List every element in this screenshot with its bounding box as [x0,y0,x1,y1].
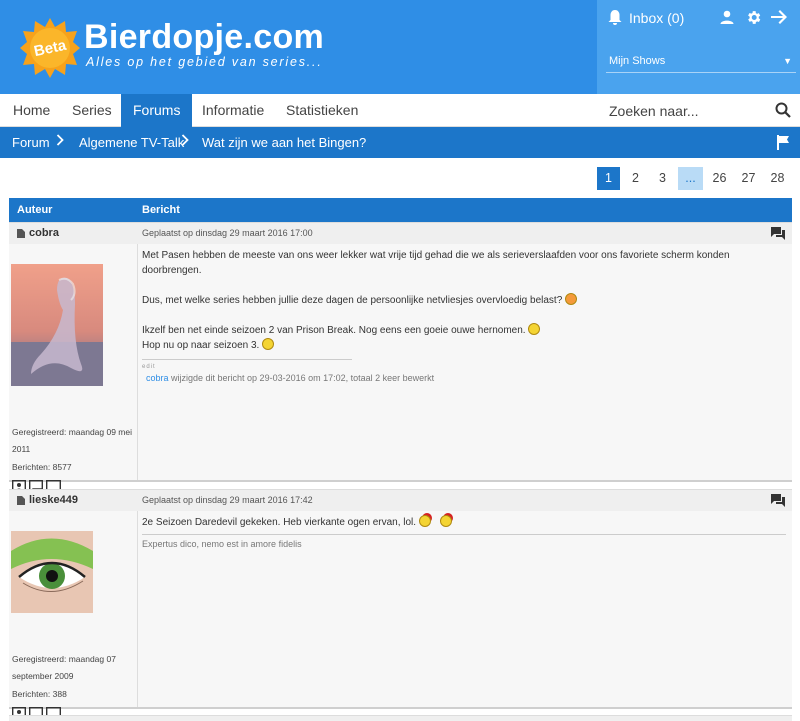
breadcrumb-category[interactable]: Algemene TV-Talk [79,135,184,150]
site-header: Beta Bierdopje.com Alles op het gebied v… [0,0,800,94]
search-input[interactable] [609,100,759,122]
forum-post: lieske449 Geplaatst op dinsdag 29 maart … [9,489,792,721]
page-ellipsis[interactable]: ... [678,167,703,190]
post-date: Geplaatst op dinsdag 29 maart 2016 17:42 [142,495,313,505]
post-text: Ikzelf ben net einde seizoen 2 van Priso… [142,325,526,336]
edit-note-text: wijzigde dit bericht op 29-03-2016 om 17… [168,373,435,383]
top-icons [718,7,788,27]
registered-date: Geregistreerd: maandag 09 mei 2011 [12,427,133,454]
nav-informatie[interactable]: Informatie [190,94,276,127]
document-icon [17,228,25,238]
posts-table-header: Auteur Bericht [9,198,792,222]
page-2[interactable]: 2 [624,167,647,190]
forum-post-partial [9,715,792,721]
page-26[interactable]: 26 [707,167,732,190]
nav-statistieken[interactable]: Statistieken [274,94,370,127]
site-tagline: Alles op het gebied van series... [86,55,323,69]
search-area [597,94,800,127]
post-author-name: cobra [29,227,59,239]
author-column: Geregistreerd: maandag 07 september 2009… [9,511,138,721]
grin-smiley-icon [262,338,275,351]
gear-icon[interactable] [744,7,762,27]
my-shows-value: Mijn Shows [609,55,666,67]
logout-arrow-icon[interactable] [770,7,788,27]
document-icon [17,495,25,505]
col-message: Bericht [142,204,180,216]
post-author-name: lieske449 [29,494,78,506]
my-shows-select[interactable]: Mijn Shows ▼ [606,51,796,73]
page-3[interactable]: 3 [651,167,674,190]
post-header: lieske449 Geplaatst op dinsdag 29 maart … [9,489,792,511]
post-signature: Expertus dico, nemo est in amore fidelis [142,534,786,552]
chevron-right-icon [181,134,189,149]
chevron-down-icon: ▼ [783,56,792,66]
post-header: cobra Geplaatst op dinsdag 29 maart 2016… [9,222,792,244]
search-icon[interactable] [775,102,791,121]
chevron-right-icon [56,134,64,149]
ninja-smiley-icon [418,515,431,528]
page-1[interactable]: 1 [597,167,620,190]
message-count: Berichten: 8577 [12,462,72,472]
nav-forums[interactable]: Forums [121,94,193,127]
post-text: Hop nu op naar seizoen 3. [142,340,260,351]
user-icon[interactable] [718,7,736,27]
nav-home[interactable]: Home [1,94,62,127]
post-body: Met Pasen hebben de meeste van ons weer … [142,244,786,386]
blushing-smiley-icon [565,293,578,306]
pagination: 1 2 3 ... 26 27 28 [597,167,790,190]
post-text: 2e Seizoen Daredevil gekeken. Heb vierka… [142,517,417,528]
nav-series[interactable]: Series [60,94,124,127]
logo-area[interactable]: Beta Bierdopje.com Alles op het gebied v… [0,0,597,94]
page-27[interactable]: 27 [736,167,761,190]
post-author[interactable]: lieske449 [17,494,78,506]
bell-icon [608,10,622,25]
breadcrumb-topic: Wat zijn we aan het Bingen? [202,135,367,150]
post-date: Geplaatst op dinsdag 29 maart 2016 17:00 [142,228,313,238]
beta-badge-icon: Beta [20,18,80,78]
inbox-label: Inbox (0) [629,10,685,26]
edit-note: cobra wijzigde dit bericht op 29-03-2016… [142,371,786,386]
flag-icon[interactable] [777,135,790,153]
edit-user-link[interactable]: cobra [146,373,169,383]
breadcrumb-forum[interactable]: Forum [12,135,50,150]
quote-reply-icon[interactable] [771,227,785,243]
user-avatar[interactable] [11,531,93,613]
registered-date: Geregistreerd: maandag 07 september 2009 [12,654,116,681]
author-column: Geregistreerd: maandag 09 mei 2011 Beric… [9,244,138,494]
col-author: Auteur [17,204,53,216]
post-body: 2e Seizoen Daredevil gekeken. Heb vierka… [142,511,786,552]
post-author[interactable]: cobra [17,227,59,239]
breadcrumb: Forum Algemene TV-Talk Wat zijn we aan h… [0,127,800,158]
post-text: Dus, met welke series hebben jullie deze… [142,295,563,306]
post-text: Met Pasen hebben de meeste van ons weer … [142,250,730,276]
message-count: Berichten: 388 [12,689,67,699]
inbox-link[interactable]: Inbox (0) [608,7,684,29]
ninja-smiley-icon [439,515,452,528]
user-avatar[interactable] [11,264,103,386]
site-name: Bierdopje.com [84,18,325,56]
forum-content: 1 2 3 ... 26 27 28 Auteur Bericht cobra … [0,158,800,721]
smile-smiley-icon [528,323,541,336]
quote-reply-icon[interactable] [771,494,785,510]
forum-post: cobra Geplaatst op dinsdag 29 maart 2016… [9,222,792,494]
page-28[interactable]: 28 [765,167,790,190]
